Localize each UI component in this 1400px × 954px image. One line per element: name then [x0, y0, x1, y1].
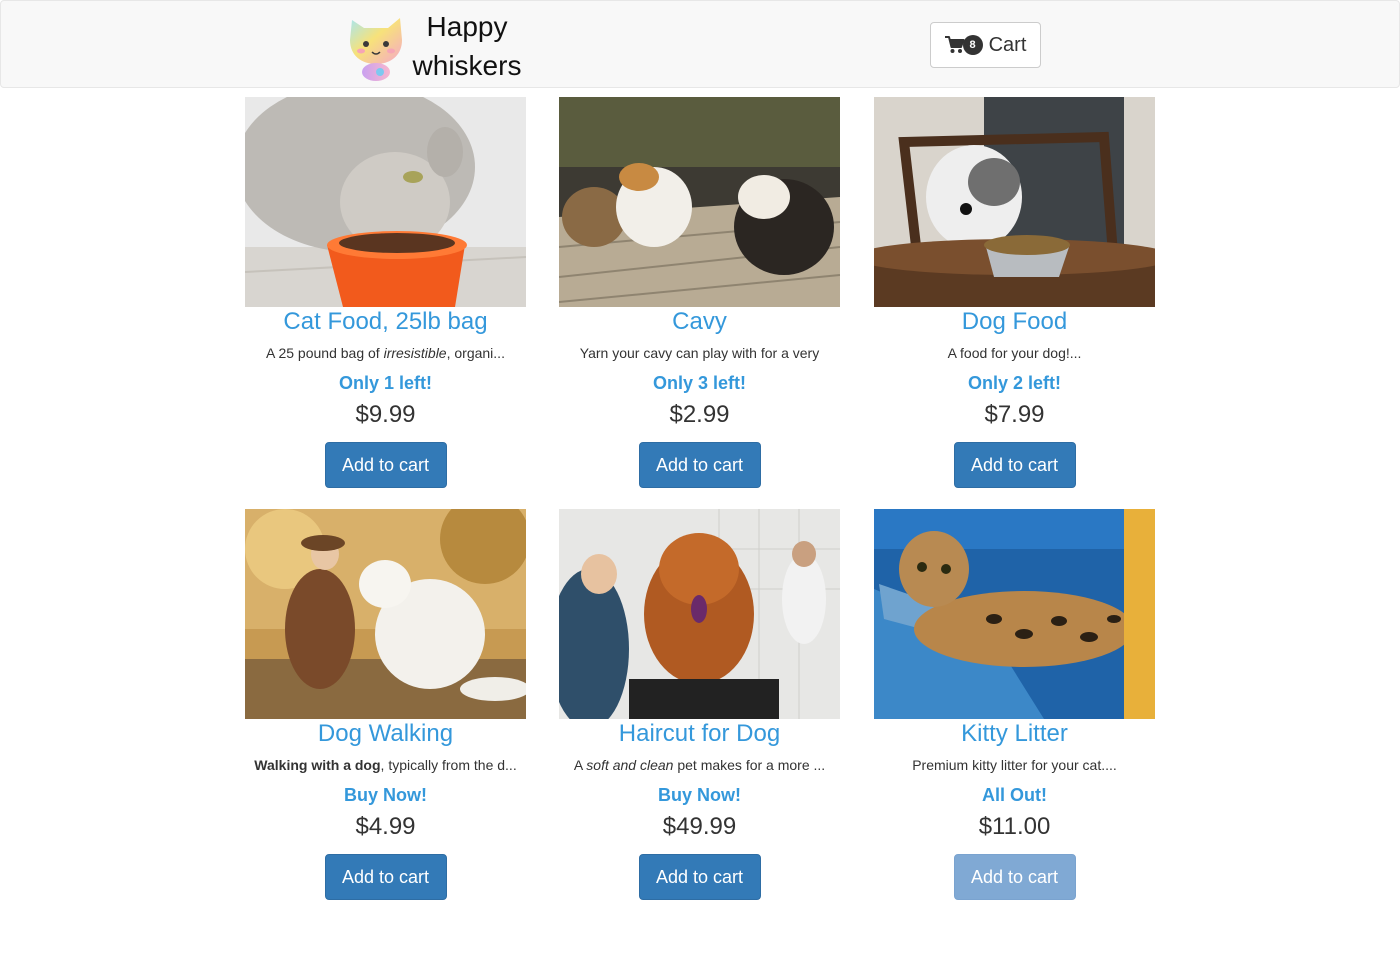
product-image-haircut-for-dog[interactable] — [559, 509, 840, 719]
stock-status: All Out! — [982, 785, 1047, 805]
product-description: A food for your dog!... — [947, 345, 1082, 361]
add-to-cart-button[interactable]: Add to cart — [953, 442, 1076, 488]
product-title[interactable]: Cavy — [559, 308, 840, 335]
stock-status: Only 1 left! — [338, 373, 432, 393]
description-bold: Walking with a dog — [254, 757, 381, 773]
description-italic: irresistible — [383, 345, 447, 361]
add-to-cart-button[interactable]: Add to cart — [638, 854, 761, 900]
kitten-logo-icon — [350, 18, 402, 81]
navbar: Happy whiskers 8 Cart — [0, 0, 1400, 88]
add-to-cart-button-disabled[interactable]: Add to cart — [953, 854, 1076, 900]
stock-status: Buy Now! — [658, 785, 741, 805]
description-text: A — [573, 757, 587, 773]
product-card-kitty-litter: Kitty Litter Premium kitty litter for yo… — [874, 509, 1155, 900]
product-card-dog-food: Dog Food A food for your dog!... Only 2 … — [874, 97, 1155, 488]
product-card-dog-walking: Dog Walking Walking with a dog, typicall… — [245, 509, 526, 900]
product-image-kitty-litter[interactable] — [874, 509, 1155, 719]
stock-status: Only 2 left! — [967, 373, 1061, 393]
product-price: $2.99 — [669, 401, 730, 428]
product-image-cavy[interactable] — [559, 97, 840, 307]
product-description: Premium kitty litter for your cat.... — [912, 757, 1117, 773]
add-to-cart-button[interactable]: Add to cart — [324, 442, 447, 488]
product-image-dog-food[interactable] — [874, 97, 1155, 307]
brand-name: Happy whiskers — [410, 7, 524, 85]
product-card-haircut-for-dog: Haircut for Dog A soft and clean pet mak… — [559, 509, 840, 900]
brand-line-2: whiskers — [412, 50, 522, 81]
brand-line-1: Happy — [426, 11, 508, 42]
product-title[interactable]: Dog Food — [874, 308, 1155, 335]
description-text: A 25 pound bag of — [266, 345, 384, 361]
product-price: $4.99 — [355, 813, 416, 840]
product-title[interactable]: Cat Food, 25lb bag — [245, 308, 526, 335]
stock-status: Buy Now! — [344, 785, 427, 805]
product-description: Yarn your cavy can play with for a very — [579, 345, 820, 361]
cart-label: Cart — [988, 33, 1027, 56]
product-card-cat-food: Cat Food, 25lb bag A 25 pound bag of irr… — [245, 97, 526, 488]
cart-count-badge: 8 — [962, 35, 983, 55]
description-text-end: pet makes for a more ... — [673, 757, 826, 773]
product-title[interactable]: Kitty Litter — [874, 720, 1155, 747]
product-title[interactable]: Haircut for Dog — [559, 720, 840, 747]
product-description: A soft and clean pet makes for a more ..… — [559, 755, 840, 775]
description-italic: soft and clean — [586, 757, 674, 773]
add-to-cart-button[interactable]: Add to cart — [638, 442, 761, 488]
product-card-cavy: Cavy Yarn your cavy can play with for a … — [559, 97, 840, 488]
description-text-end: , typically from the d... — [380, 757, 517, 773]
product-description: Walking with a dog, typically from the d… — [245, 755, 526, 775]
stock-status: Only 3 left! — [652, 373, 746, 393]
add-to-cart-button[interactable]: Add to cart — [324, 854, 447, 900]
product-description: A 25 pound bag of irresistible, organi..… — [245, 343, 526, 363]
product-price: $7.99 — [984, 401, 1045, 428]
product-price: $9.99 — [355, 401, 416, 428]
shopping-cart-icon — [944, 36, 965, 53]
brand[interactable]: Happy whiskers — [344, 7, 524, 85]
product-title[interactable]: Dog Walking — [245, 720, 526, 747]
product-image-cat-food[interactable] — [245, 97, 526, 307]
product-price: $11.00 — [978, 813, 1051, 840]
cart-button[interactable]: 8 Cart — [930, 22, 1041, 68]
product-image-dog-walking[interactable] — [245, 509, 526, 719]
product-price: $49.99 — [662, 813, 737, 840]
description-text-end: , organi... — [446, 345, 505, 361]
